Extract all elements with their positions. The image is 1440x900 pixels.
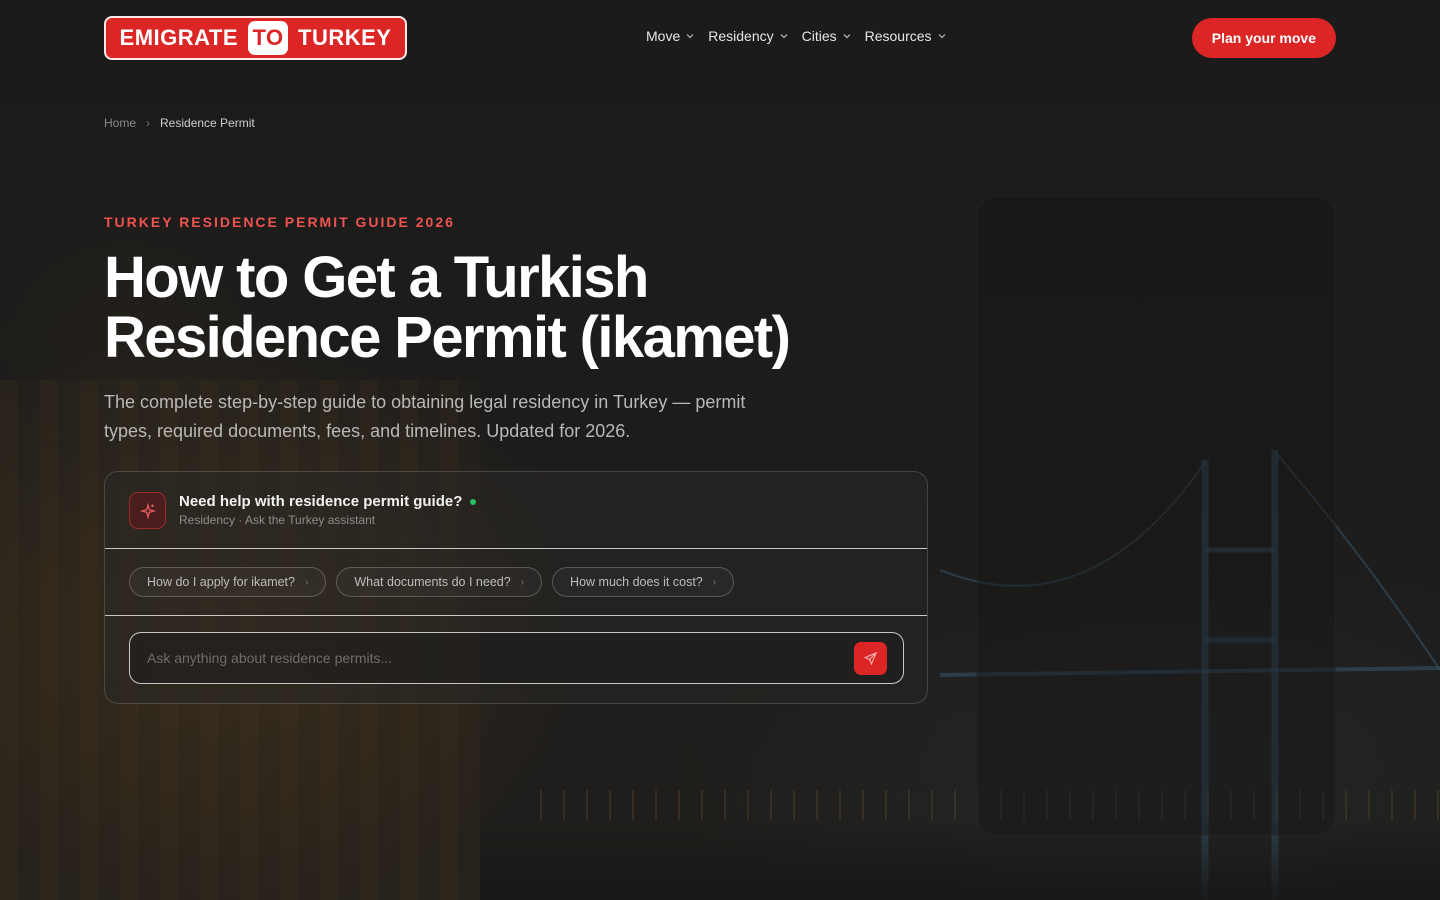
main-nav: Move Residency Cities Resources — [646, 28, 946, 44]
suggestion-chip[interactable]: What documents do I need? › — [336, 567, 543, 597]
hero-subtitle: The complete step-by-step guide to obtai… — [104, 392, 746, 441]
assistant-header: Need help with residence permit guide? R… — [105, 472, 927, 549]
nav-item-label: Resources — [864, 28, 932, 44]
chevron-down-icon — [938, 34, 945, 39]
logo-word-middle: TO — [248, 21, 289, 55]
suggestion-chip[interactable]: How do I apply for ikamet? › — [129, 567, 327, 597]
site-header: EMIGRATE TO TURKEY Move Residency Cities… — [104, 16, 1336, 60]
nav-item-label: Move — [646, 28, 681, 44]
suggestion-chip[interactable]: How much does it cost? › — [552, 567, 735, 597]
chevron-down-icon — [780, 34, 788, 39]
nav-item-label: Residency — [708, 28, 774, 44]
plan-your-move-button[interactable]: Plan your move — [1191, 18, 1336, 58]
assistant-title-row: Need help with residence permit guide? — [179, 493, 477, 510]
suggestion-chip-label: What documents do I need? — [354, 575, 511, 589]
breadcrumb: Home › Residence Permit — [104, 116, 255, 130]
nav-item-label: Cities — [801, 28, 837, 44]
page-title: How to Get a Turkish Residence Permit (i… — [104, 245, 791, 370]
logo-word-left: EMIGRATE — [119, 25, 239, 50]
send-icon — [864, 652, 877, 665]
assistant-question-input[interactable] — [130, 633, 830, 683]
chevron-right-icon: › — [520, 576, 525, 588]
chevron-down-icon — [686, 34, 694, 39]
breadcrumb-home-link[interactable]: Home — [104, 116, 136, 130]
suggestion-chip-label: How do I apply for ikamet? — [147, 575, 295, 589]
assistant-card: Need help with residence permit guide? R… — [104, 471, 928, 704]
chevron-right-icon: › — [146, 116, 151, 130]
chevron-down-icon — [843, 34, 851, 39]
nav-item-residency[interactable]: Residency — [708, 28, 788, 44]
assistant-input-wrapper — [129, 632, 904, 684]
hero-side-panel — [976, 196, 1336, 836]
suggestion-chips: How do I apply for ikamet? › What docume… — [105, 549, 927, 616]
nav-item-move[interactable]: Move — [646, 28, 694, 44]
online-status-dot — [470, 498, 477, 505]
chevron-right-icon: › — [305, 576, 309, 588]
nav-item-cities[interactable]: Cities — [802, 28, 851, 44]
sparkle-icon — [129, 492, 166, 529]
chevron-right-icon: › — [712, 576, 717, 588]
assistant-subtitle: Residency · Ask the Turkey assistant — [179, 513, 376, 527]
hero-eyebrow: TURKEY RESIDENCE PERMIT GUIDE 2026 — [104, 214, 455, 230]
suggestion-chip-label: How much does it cost? — [570, 575, 703, 589]
site-logo[interactable]: EMIGRATE TO TURKEY — [104, 16, 407, 60]
assistant-title: Need help with residence permit guide? — [179, 493, 463, 510]
send-button[interactable] — [854, 642, 887, 675]
breadcrumb-current: Residence Permit — [160, 116, 255, 130]
nav-item-resources[interactable]: Resources — [865, 28, 946, 44]
logo-word-right: TURKEY — [298, 25, 392, 50]
